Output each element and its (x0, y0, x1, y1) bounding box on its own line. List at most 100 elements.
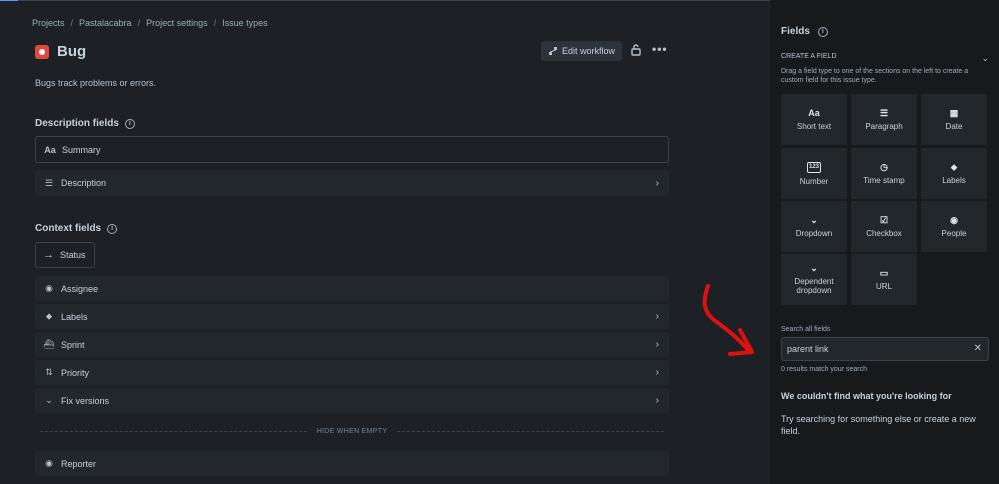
hide-when-empty-label: HIDE WHEN EMPTY (316, 427, 388, 435)
field-sprint[interactable]: ⛴ Sprint › (35, 332, 669, 357)
empty-state-body: Try searching for something else or crea… (781, 414, 976, 436)
field-type-dependent-dropdown[interactable]: ⌄ Dependent dropdown (781, 254, 847, 305)
clear-search-icon[interactable]: ✕ (974, 343, 982, 354)
field-type-label: People (941, 228, 967, 238)
panel-title: Fields (781, 26, 810, 37)
more-actions-icon[interactable]: ••• (652, 42, 668, 56)
create-field-hint: Drag a field type to one of the sections… (781, 68, 969, 84)
breadcrumb-issue-types[interactable]: Issue types (222, 18, 268, 28)
field-type-dropdown[interactable]: ⌄ Dropdown (781, 201, 847, 252)
field-fix-versions[interactable]: ⌄ Fix versions › (35, 388, 669, 413)
field-priority[interactable]: ⇅ Priority › (35, 360, 669, 385)
field-label: Fix versions (61, 395, 110, 406)
field-summary[interactable]: Aa Summary (35, 136, 669, 163)
field-label: Description (61, 178, 107, 188)
lock-icon[interactable] (631, 44, 641, 59)
field-labels[interactable]: ⬥ Labels › (35, 304, 669, 329)
annotation-arrow (702, 284, 754, 356)
search-box[interactable]: ✕ (781, 337, 989, 361)
field-label: Assignee (61, 283, 99, 294)
field-label: Labels (61, 311, 88, 322)
context-fields-title: Context fields (35, 223, 102, 234)
field-type-labels[interactable]: ⬥ Labels (921, 148, 987, 199)
calendar-icon: ▦ (949, 107, 959, 118)
fields-panel: Fields i CREATE A FIELD ⌄ Drag a field t… (770, 0, 999, 484)
field-type-time-stamp[interactable]: ◷ Time stamp (851, 148, 917, 199)
field-type-date[interactable]: ▦ Date (921, 94, 987, 145)
field-type-label: Dropdown (795, 228, 833, 238)
chevron-circle-icon: ⌄ (45, 395, 53, 405)
workflow-icon (549, 47, 557, 55)
chevron-right-icon[interactable]: › (656, 178, 659, 189)
breadcrumb-separator: / (213, 18, 217, 28)
field-type-short-text[interactable]: Aa Short text (781, 94, 847, 145)
breadcrumb-project[interactable]: Pastalacabra (79, 18, 132, 28)
field-type-people[interactable]: ◉ People (921, 201, 987, 252)
empty-state-title: We couldn't find what you're looking for (781, 391, 952, 401)
edit-workflow-button[interactable]: Edit workflow (541, 41, 623, 61)
divider-line (40, 430, 307, 432)
chevron-right-icon[interactable]: › (656, 367, 659, 378)
field-type-label: Time stamp (863, 175, 905, 185)
panel-title-row: Fields i (781, 26, 828, 37)
main-content: Projects / Pastalacabra / Project settin… (0, 0, 770, 484)
breadcrumb-projects[interactable]: Projects (32, 18, 65, 28)
person-icon: ◉ (45, 458, 53, 468)
arrow-right-icon: → (43, 249, 54, 261)
link-icon: ▭ (879, 267, 889, 278)
field-description[interactable]: ☰ Description › (35, 170, 669, 196)
tag-icon: ⬥ (45, 311, 53, 321)
field-label: Priority (61, 367, 90, 378)
tag-icon: ⬥ (950, 161, 958, 172)
issue-type-description: Bugs track problems or errors. (35, 78, 157, 88)
field-reporter[interactable]: ◉ Reporter (35, 451, 669, 476)
chevron-right-icon[interactable]: › (656, 339, 659, 350)
field-type-checkbox[interactable]: ☑ Checkbox (851, 201, 917, 252)
field-label: Sprint (61, 339, 85, 350)
field-type-number[interactable]: 123 Number (781, 148, 847, 199)
field-type-paragraph[interactable]: ☰ Paragraph (851, 94, 917, 145)
page-title-row: Bug (35, 43, 86, 60)
create-field-header[interactable]: CREATE A FIELD ⌄ (781, 53, 989, 64)
info-icon[interactable]: i (124, 118, 135, 129)
checkbox-icon: ☑ (879, 214, 889, 225)
info-icon[interactable]: i (817, 26, 828, 37)
bug-icon (35, 44, 49, 59)
page-title: Bug (57, 43, 87, 60)
description-fields-title: Description fields (35, 118, 119, 129)
dropdown-icon: ⌄ (810, 214, 818, 225)
field-type-label: Number (799, 176, 829, 186)
field-label: Summary (62, 144, 101, 155)
description-fields-heading: Description fields i (35, 118, 135, 129)
chevron-down-icon[interactable]: ⌄ (981, 53, 989, 64)
breadcrumb: Projects / Pastalacabra / Project settin… (32, 18, 268, 28)
field-label: Reporter (61, 458, 97, 469)
breadcrumb-project-settings[interactable]: Project settings (146, 18, 208, 28)
lines-icon: ☰ (44, 177, 54, 188)
field-type-label: Labels (942, 175, 966, 185)
chevron-right-icon[interactable]: › (656, 311, 659, 322)
field-status[interactable]: → Status (35, 242, 95, 268)
field-type-label: Paragraph (865, 121, 903, 131)
divider-line (397, 430, 664, 432)
field-assignee[interactable]: ◉ Assignee (35, 276, 669, 301)
field-type-label: Short text (796, 121, 832, 131)
search-label: Search all fields (781, 326, 831, 333)
field-type-label: URL (875, 281, 892, 291)
create-field-title: CREATE A FIELD (781, 53, 837, 60)
sprint-icon: ⛴ (43, 339, 55, 349)
info-icon[interactable]: i (107, 223, 118, 234)
clock-icon: ◷ (880, 161, 888, 172)
edit-workflow-label: Edit workflow (562, 46, 616, 56)
number-icon: 123 (806, 161, 821, 173)
field-type-url[interactable]: ▭ URL (851, 254, 917, 305)
text-aa-icon: Aa (44, 144, 56, 155)
search-results-count: 0 results match your search (781, 366, 867, 373)
breadcrumb-separator: / (137, 18, 141, 28)
field-type-label: Checkbox (866, 228, 902, 238)
person-icon: ◉ (45, 283, 53, 293)
field-type-label: Dependent dropdown (794, 277, 834, 295)
search-input[interactable] (787, 344, 967, 354)
breadcrumb-separator: / (70, 18, 74, 28)
chevron-right-icon[interactable]: › (656, 395, 659, 406)
